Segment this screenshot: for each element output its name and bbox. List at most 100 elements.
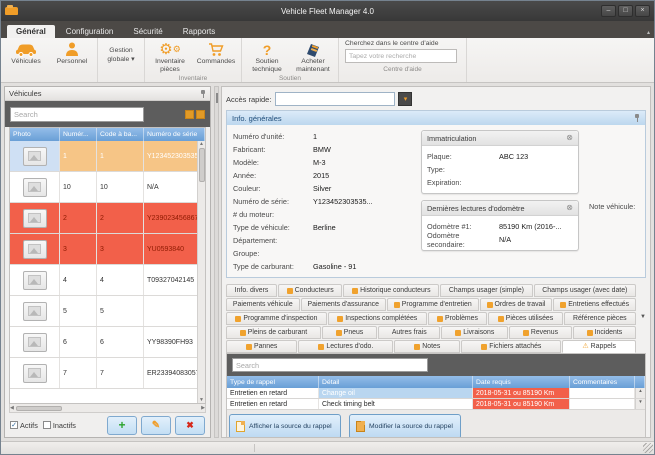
photo-button[interactable] bbox=[23, 333, 47, 352]
photo-button[interactable] bbox=[23, 147, 47, 166]
tab-paiements-assurance[interactable]: Paiements d'assurance bbox=[301, 298, 386, 311]
tab-notes[interactable]: Notes bbox=[394, 340, 460, 353]
tab-historique-conducteurs[interactable]: Historique conducteurs bbox=[343, 284, 439, 297]
scroll-down-icon[interactable]: ▼ bbox=[638, 399, 642, 404]
vertical-scrollbar[interactable]: ▼ bbox=[635, 399, 645, 409]
photo-button[interactable] bbox=[23, 271, 47, 290]
column-numero[interactable]: Numér... bbox=[60, 128, 97, 141]
pin-icon[interactable] bbox=[200, 90, 206, 98]
table-row[interactable]: Entretien en retard Change oil 2018-05-3… bbox=[227, 388, 645, 399]
tab-autres-frais[interactable]: Autres frais bbox=[378, 326, 440, 339]
delete-vehicle-button[interactable]: ✖ bbox=[175, 416, 205, 435]
grid-view-icon[interactable] bbox=[185, 110, 194, 119]
quick-access-input[interactable] bbox=[275, 92, 395, 106]
photo-button[interactable] bbox=[23, 302, 47, 321]
close-button[interactable]: × bbox=[635, 5, 650, 17]
tab-paiements-vehicule[interactable]: Paiements véhicule bbox=[226, 298, 300, 311]
tab-ordres-travail[interactable]: Ordres de travail bbox=[480, 298, 553, 311]
tab-lectures-odo[interactable]: Lectures d'odo. bbox=[298, 340, 393, 353]
horizontal-scrollbar[interactable]: ◀ ▶ bbox=[9, 404, 206, 413]
tab-inspections-completees[interactable]: Inspections complétées bbox=[328, 312, 427, 325]
personnel-button[interactable]: Personnel bbox=[49, 39, 95, 72]
minimize-button[interactable]: – bbox=[601, 5, 616, 17]
add-vehicle-button[interactable]: + bbox=[107, 416, 137, 435]
acheter-maintenant-button[interactable]: Acheter maintenant bbox=[290, 39, 336, 74]
scroll-right-icon[interactable]: ▶ bbox=[201, 405, 205, 411]
scroll-thumb[interactable] bbox=[16, 406, 62, 411]
photo-button[interactable] bbox=[23, 240, 47, 259]
tab-securite[interactable]: Sécurité bbox=[124, 25, 171, 38]
column-detail[interactable]: Détail bbox=[319, 376, 473, 388]
scroll-left-icon[interactable]: ◀ bbox=[10, 405, 14, 411]
tab-pannes[interactable]: Pannes bbox=[226, 340, 297, 353]
tab-entretiens-effectues[interactable]: Entretiens effectués bbox=[553, 298, 636, 311]
tab-fichiers-attaches[interactable]: Fichiers attachés bbox=[461, 340, 561, 353]
tab-pneus[interactable]: Pneus bbox=[322, 326, 377, 339]
help-search-input[interactable] bbox=[345, 49, 457, 63]
tab-pieces-utilisees[interactable]: Pièces utilisées bbox=[488, 312, 562, 325]
collapse-icon[interactable]: ⊗ bbox=[566, 204, 573, 212]
tab-rappels[interactable]: ⚠Rappels bbox=[562, 340, 636, 353]
table-row[interactable]: 6 6 YY98390FH93 bbox=[10, 327, 205, 358]
inactifs-checkbox[interactable]: Inactifs bbox=[43, 421, 76, 430]
scroll-down-icon[interactable]: ▼ bbox=[199, 397, 204, 403]
tab-configuration[interactable]: Configuration bbox=[57, 25, 123, 38]
show-reminder-source-button[interactable]: Afficher la source du rappel bbox=[229, 414, 341, 438]
vertical-scrollbar[interactable]: ▲ bbox=[635, 388, 645, 398]
panel-splitter[interactable] bbox=[214, 86, 219, 438]
tab-problemes[interactable]: Problèmes bbox=[428, 312, 488, 325]
table-row[interactable]: 2 2 Y2390234568678 bbox=[10, 203, 205, 234]
edit-reminder-source-button[interactable]: Modifier la source du rappel bbox=[349, 414, 461, 438]
tab-revenus[interactable]: Revenus bbox=[509, 326, 572, 339]
soutien-technique-button[interactable]: ? Soutien technique bbox=[244, 39, 290, 74]
tab-incidents[interactable]: Incidents bbox=[573, 326, 636, 339]
tab-programme-inspection[interactable]: Programme d'inspection bbox=[226, 312, 327, 325]
vehicules-button[interactable]: Véhicules bbox=[3, 39, 49, 72]
column-code-barres[interactable]: Code à ba... bbox=[97, 128, 144, 141]
vertical-scrollbar[interactable]: ▲ ▼ bbox=[197, 141, 205, 403]
card-view-icon[interactable] bbox=[196, 110, 205, 119]
column-commentaires[interactable]: Commentaires bbox=[570, 376, 635, 388]
tab-programme-entretien[interactable]: Programme d'entretien bbox=[387, 298, 479, 311]
table-row[interactable]: 10 10 N/A bbox=[10, 172, 205, 203]
maximize-button[interactable]: □ bbox=[618, 5, 633, 17]
photo-button[interactable] bbox=[23, 178, 47, 197]
pin-icon[interactable] bbox=[634, 114, 640, 122]
vehicles-search-input[interactable] bbox=[10, 107, 144, 122]
tab-champs-usager-simple[interactable]: Champs usager (simple) bbox=[440, 284, 532, 297]
tab-general[interactable]: Général bbox=[7, 25, 55, 38]
commandes-button[interactable]: Commandes bbox=[193, 39, 239, 74]
photo-button[interactable] bbox=[23, 209, 47, 228]
quick-access-dropdown-button[interactable]: ▾ bbox=[398, 92, 412, 106]
tab-reference-pieces[interactable]: Référence pièces bbox=[564, 312, 636, 325]
table-row[interactable]: Entretien en retard Check timing belt 20… bbox=[227, 399, 645, 410]
gestion-globale-button[interactable]: Gestion globale ▾ bbox=[100, 39, 142, 72]
photo-button[interactable] bbox=[23, 364, 47, 383]
tab-conducteurs[interactable]: Conducteurs bbox=[278, 284, 342, 297]
tab-info-divers[interactable]: Info. divers bbox=[226, 284, 277, 297]
tab-champs-usager-date[interactable]: Champs usager (avec date) bbox=[534, 284, 636, 297]
actifs-checkbox[interactable]: ✓ Actifs bbox=[10, 421, 38, 430]
scroll-up-icon[interactable]: ▲ bbox=[199, 141, 204, 147]
resize-grip[interactable] bbox=[643, 443, 653, 453]
scroll-up-icon[interactable]: ▲ bbox=[638, 388, 642, 393]
ribbon-collapse-icon[interactable]: ▴ bbox=[647, 29, 650, 36]
table-row[interactable]: 1 1 Y1234523035353... bbox=[10, 141, 205, 172]
column-type-rappel[interactable]: Type de rappel bbox=[227, 376, 319, 388]
table-row[interactable]: 7 7 ER23394083057 bbox=[10, 358, 205, 389]
column-photo[interactable]: Photo bbox=[10, 128, 60, 141]
collapse-icon[interactable]: ⊗ bbox=[566, 134, 573, 142]
rappels-search-input[interactable] bbox=[232, 358, 428, 372]
table-row[interactable]: 5 5 bbox=[10, 296, 205, 327]
more-tabs-icon[interactable]: ▼ bbox=[640, 314, 646, 320]
table-row[interactable]: 3 3 YU0593840 bbox=[10, 234, 205, 265]
scroll-thumb[interactable] bbox=[199, 148, 205, 182]
tab-pleins-carburant[interactable]: Pleins de carburant bbox=[226, 326, 321, 339]
inventaire-pieces-button[interactable]: ⚙⚙ Inventaire pièces bbox=[147, 39, 193, 74]
column-date-requis[interactable]: Date requis bbox=[473, 376, 570, 388]
edit-vehicle-button[interactable]: ✎ bbox=[141, 416, 171, 435]
table-row[interactable]: 4 4 T09327042145 bbox=[10, 265, 205, 296]
tab-rapports[interactable]: Rapports bbox=[174, 25, 224, 38]
column-numero-serie[interactable]: Numéro de série bbox=[144, 128, 205, 141]
tab-livraisons[interactable]: Livraisons bbox=[441, 326, 508, 339]
